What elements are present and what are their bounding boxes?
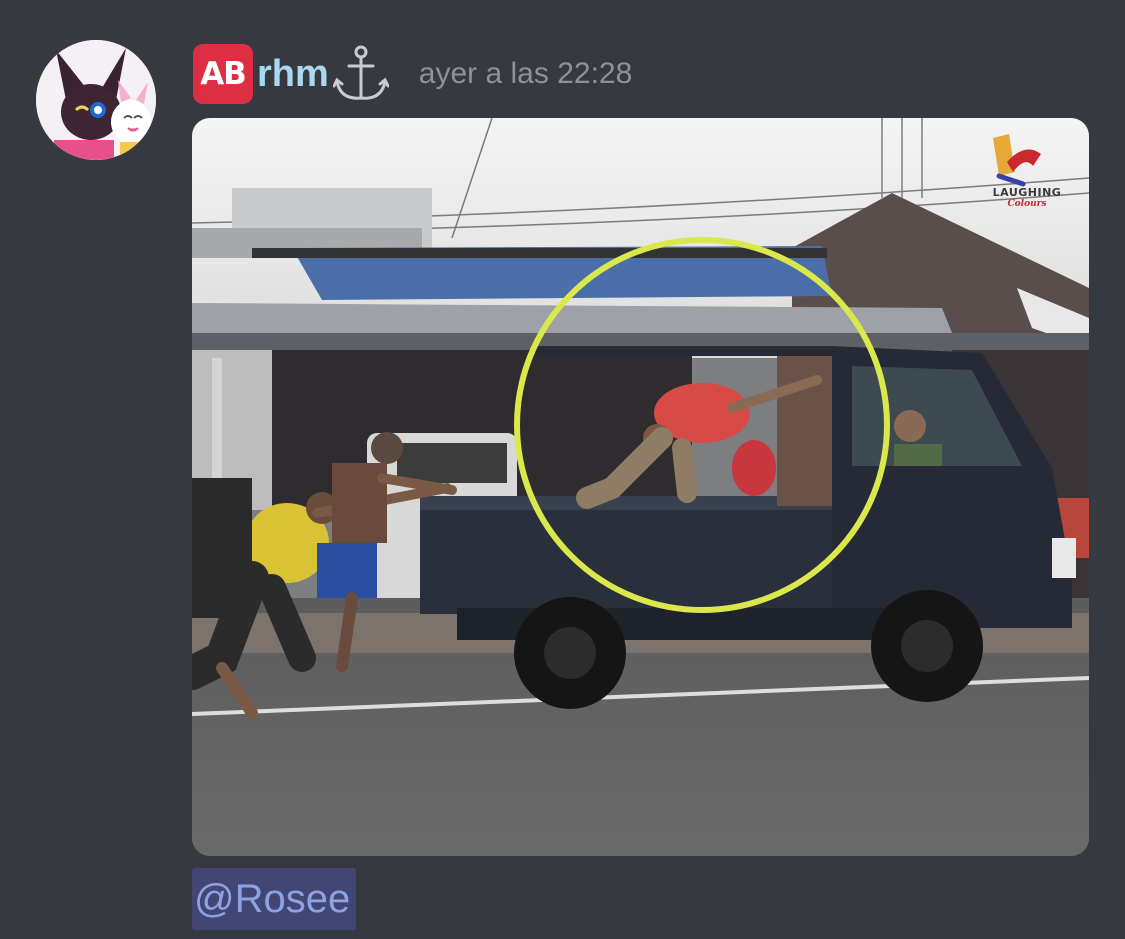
user-avatar[interactable]	[36, 40, 156, 160]
avatar-image	[36, 40, 156, 160]
anchor-icon	[332, 44, 389, 104]
message-header: AB rhm ayer a las 22:28	[193, 42, 632, 106]
attachment-photo	[192, 118, 1089, 856]
chat-message: AB rhm ayer a las 22:28 LAUGHING Colours…	[0, 0, 1125, 939]
watermark-subtitle: Colours	[1007, 199, 1047, 209]
message-timestamp[interactable]: ayer a las 22:28	[419, 59, 632, 89]
username[interactable]: rhm	[257, 55, 329, 93]
watermark-title: LAUGHING	[992, 186, 1062, 199]
ab-badge-icon: AB	[193, 44, 253, 104]
user-mention[interactable]: @Rosee	[192, 868, 357, 930]
watermark-logo: LAUGHING Colours	[979, 132, 1075, 209]
watermark-emblem-icon	[993, 134, 1041, 187]
image-attachment[interactable]: LAUGHING Colours	[192, 118, 1089, 856]
